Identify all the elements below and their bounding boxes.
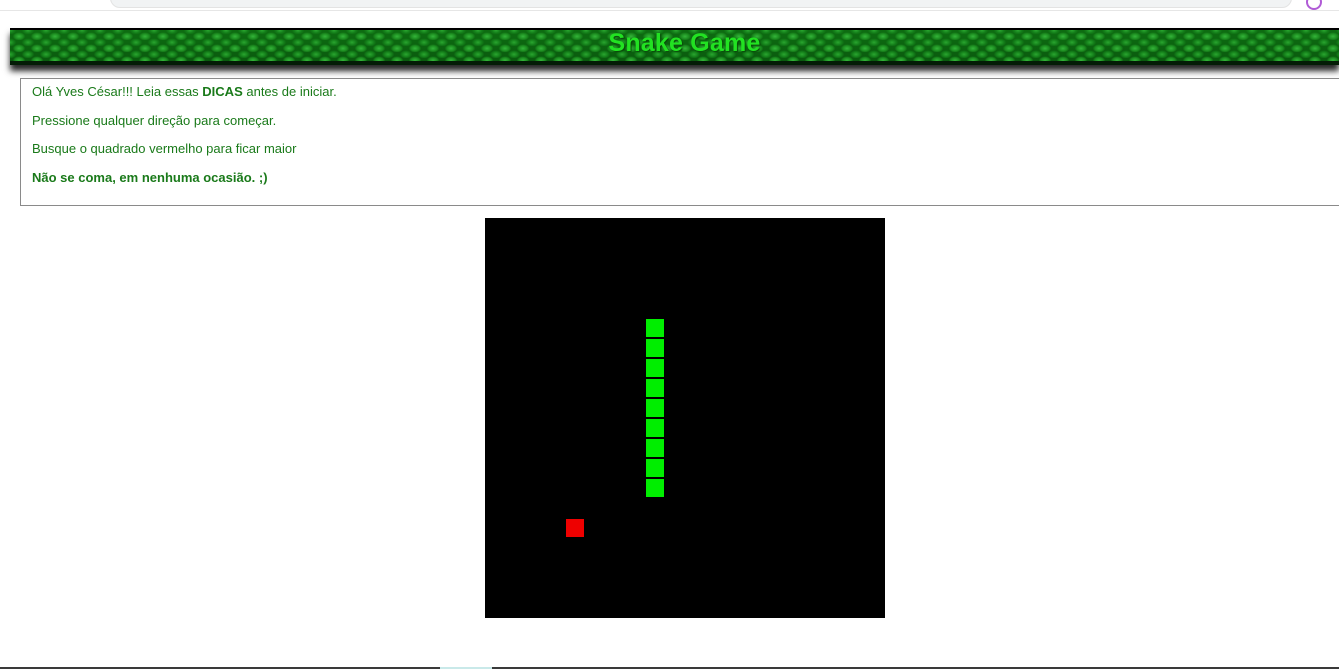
snake-segment (646, 459, 664, 477)
snake-segment (646, 359, 664, 377)
snake-segment (646, 439, 664, 457)
extension-icon[interactable] (1306, 0, 1322, 10)
snake-head (646, 319, 664, 337)
tip-warning-text: Não se coma, em nenhuma ocasião. ;) (32, 169, 268, 185)
tip-greeting: Olá Yves César!!! Leia essas DICAS antes… (32, 85, 1339, 114)
page-title: Snake Game (608, 29, 761, 57)
snake-segment (646, 339, 664, 357)
header-banner: Snake Game (10, 28, 1339, 65)
game-board[interactable] (485, 218, 885, 618)
snake-segment (646, 479, 664, 497)
tip-greeting-bold: DICAS (202, 84, 243, 99)
tip-start: Pressione qualquer direção para começar. (32, 112, 277, 128)
food-square (566, 519, 584, 537)
tip-greeting-text: Olá Yves César!!! Leia essas (32, 84, 203, 99)
tip-warning: Não se coma, em nenhuma ocasião. ;) (32, 169, 1339, 200)
tips-panel: Olá Yves César!!! Leia essas DICAS antes… (20, 78, 1339, 206)
tip-greeting-end: antes de iniciar. (242, 84, 337, 99)
snake-segment (646, 399, 664, 417)
snake-segment (646, 379, 664, 397)
browser-toolbar (0, 0, 1339, 11)
tip-food: Busque o quadrado vermelho para ficar ma… (32, 141, 297, 156)
address-bar[interactable] (110, 0, 1292, 8)
snake-segment (646, 419, 664, 437)
